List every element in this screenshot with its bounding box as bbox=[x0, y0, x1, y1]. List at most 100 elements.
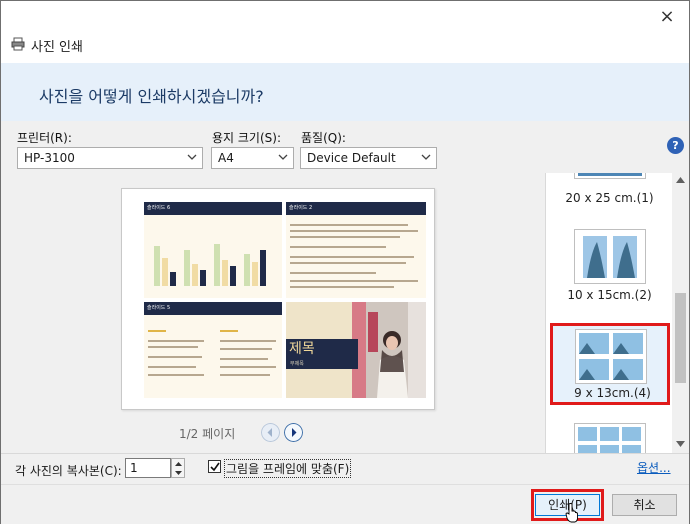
thumb-photo bbox=[579, 333, 643, 380]
title-bar: × 사진 인쇄 bbox=[1, 1, 689, 63]
printer-icon bbox=[11, 37, 25, 51]
text-line bbox=[220, 366, 276, 368]
text-line bbox=[290, 286, 394, 288]
layout-label-10x15[interactable]: 10 x 15cm.(2) bbox=[546, 288, 672, 302]
checkmark-icon bbox=[210, 462, 220, 472]
text-line bbox=[220, 348, 272, 350]
thumb-photo bbox=[578, 173, 642, 176]
preview-slide-text: 슬라이드 2 bbox=[286, 202, 426, 298]
chart-bar bbox=[260, 250, 266, 286]
text-line bbox=[148, 356, 202, 358]
slide-photo bbox=[352, 302, 426, 398]
fit-to-frame-label[interactable]: 그림을 프레임에 맞춤(F) bbox=[224, 459, 352, 478]
chart-bar bbox=[154, 246, 160, 286]
text-line bbox=[148, 330, 166, 332]
chart-bar bbox=[214, 244, 220, 286]
preview-slide-chart: 슬라이드 6 bbox=[144, 202, 282, 298]
text-line bbox=[290, 230, 418, 232]
thumb-photo bbox=[578, 427, 641, 453]
chart-bar bbox=[170, 272, 176, 286]
cancel-button[interactable]: 취소 bbox=[612, 494, 677, 516]
preview-page: 슬라이드 6 슬라이드 2 슬라이드 5 제목 부제목 bbox=[121, 188, 435, 410]
previous-page-button[interactable] bbox=[261, 423, 280, 442]
layout-label-20x25[interactable]: 20 x 25 cm.(1) bbox=[546, 191, 672, 205]
slide-title: 슬라이드 6 bbox=[144, 202, 282, 215]
chart-bar bbox=[200, 270, 206, 286]
preview-slide-title: 제목 부제목 bbox=[286, 302, 426, 398]
layout-scrollbar[interactable] bbox=[672, 173, 689, 453]
copies-stepper[interactable] bbox=[171, 458, 185, 478]
text-line bbox=[290, 262, 406, 264]
header-question: 사진을 어떻게 인쇄하시겠습니까? bbox=[39, 87, 264, 106]
layout-label-9x13[interactable]: 9 x 13cm.(4) bbox=[549, 386, 672, 400]
title-block: 제목 부제목 bbox=[286, 339, 358, 369]
fit-to-frame-checkbox[interactable] bbox=[208, 460, 221, 473]
paper-size-value: A4 bbox=[218, 151, 234, 165]
chart-bar bbox=[230, 266, 236, 286]
paper-size-label: 용지 크기(S): bbox=[212, 131, 281, 145]
slide-title: 슬라이드 2 bbox=[286, 202, 426, 215]
printer-value: HP-3100 bbox=[24, 151, 75, 165]
layout-thumb-20x25[interactable] bbox=[574, 173, 646, 179]
layout-thumb-next[interactable] bbox=[574, 423, 646, 453]
quality-value: Device Default bbox=[307, 151, 396, 165]
chart-bar bbox=[244, 254, 250, 286]
quality-select[interactable]: Device Default bbox=[300, 147, 437, 169]
text-line bbox=[220, 358, 268, 360]
scroll-down-icon[interactable] bbox=[676, 441, 685, 447]
selected-layout-highlight[interactable]: 9 x 13cm.(4) bbox=[550, 323, 670, 405]
options-footer: 각 사진의 복사본(C): 1 그림을 프레임에 맞춤(F) 옵션... bbox=[1, 453, 689, 483]
chart-bar bbox=[192, 264, 198, 286]
chart-bar bbox=[222, 260, 228, 286]
text-line bbox=[290, 224, 408, 226]
print-preview-area: 슬라이드 6 슬라이드 2 슬라이드 5 제목 부제목 1/2 페이지 bbox=[1, 173, 544, 453]
stepper-up-icon[interactable] bbox=[175, 462, 182, 466]
preview-slide-columns: 슬라이드 5 bbox=[144, 302, 282, 398]
print-pictures-dialog: × 사진 인쇄 사진을 어떻게 인쇄하시겠습니까? 프린터(R): HP-310… bbox=[0, 0, 690, 524]
text-line bbox=[220, 340, 276, 342]
chevron-down-icon bbox=[421, 154, 431, 160]
text-line bbox=[220, 330, 238, 332]
slide-subtitle: 부제목 bbox=[290, 361, 304, 367]
thumb-photo bbox=[583, 236, 637, 278]
slide-main-title: 제목 bbox=[289, 341, 315, 357]
quality-label: 품질(Q): bbox=[301, 131, 346, 145]
slide-bar-chart bbox=[150, 224, 278, 286]
hand-cursor-icon bbox=[565, 503, 578, 523]
stepper-down-icon[interactable] bbox=[175, 471, 182, 475]
text-line bbox=[148, 346, 198, 348]
text-line bbox=[290, 236, 400, 238]
help-icon[interactable]: ? bbox=[667, 137, 684, 154]
next-page-button[interactable] bbox=[284, 423, 303, 442]
chart-bar bbox=[184, 250, 190, 286]
layout-list[interactable]: 20 x 25 cm.(1) 10 x 15cm.(2) 9 x 13cm.(4… bbox=[545, 173, 672, 453]
text-line bbox=[148, 374, 204, 376]
text-line bbox=[290, 272, 376, 274]
dialog-buttons: 인쇄(P) 취소 bbox=[1, 484, 689, 524]
text-line bbox=[290, 246, 386, 248]
text-line bbox=[148, 366, 196, 368]
chart-bar bbox=[162, 258, 168, 286]
layout-thumb-10x15[interactable] bbox=[574, 229, 646, 284]
page-counter: 1/2 페이지 bbox=[179, 427, 236, 441]
chevron-down-icon bbox=[278, 154, 288, 160]
printer-select[interactable]: HP-3100 bbox=[17, 147, 203, 169]
copies-label: 각 사진의 복사본(C): bbox=[15, 464, 122, 478]
text-line bbox=[220, 374, 270, 376]
copies-input[interactable]: 1 bbox=[125, 458, 171, 478]
printer-label: 프린터(R): bbox=[17, 131, 72, 145]
scrollbar-thumb[interactable] bbox=[675, 293, 686, 383]
window-title: 사진 인쇄 bbox=[31, 40, 83, 55]
scroll-up-icon[interactable] bbox=[676, 177, 685, 183]
text-line bbox=[290, 256, 414, 258]
layout-thumb-9x13[interactable] bbox=[575, 329, 647, 384]
slide-title: 슬라이드 5 bbox=[144, 302, 282, 315]
paper-size-select[interactable]: A4 bbox=[211, 147, 294, 169]
text-line bbox=[148, 340, 204, 342]
close-button[interactable]: × bbox=[657, 7, 677, 27]
chevron-down-icon bbox=[187, 154, 197, 160]
text-line bbox=[290, 280, 418, 282]
chart-bar bbox=[252, 262, 258, 286]
options-link[interactable]: 옵션... bbox=[637, 459, 671, 476]
header-band: 사진을 어떻게 인쇄하시겠습니까? bbox=[1, 63, 689, 121]
